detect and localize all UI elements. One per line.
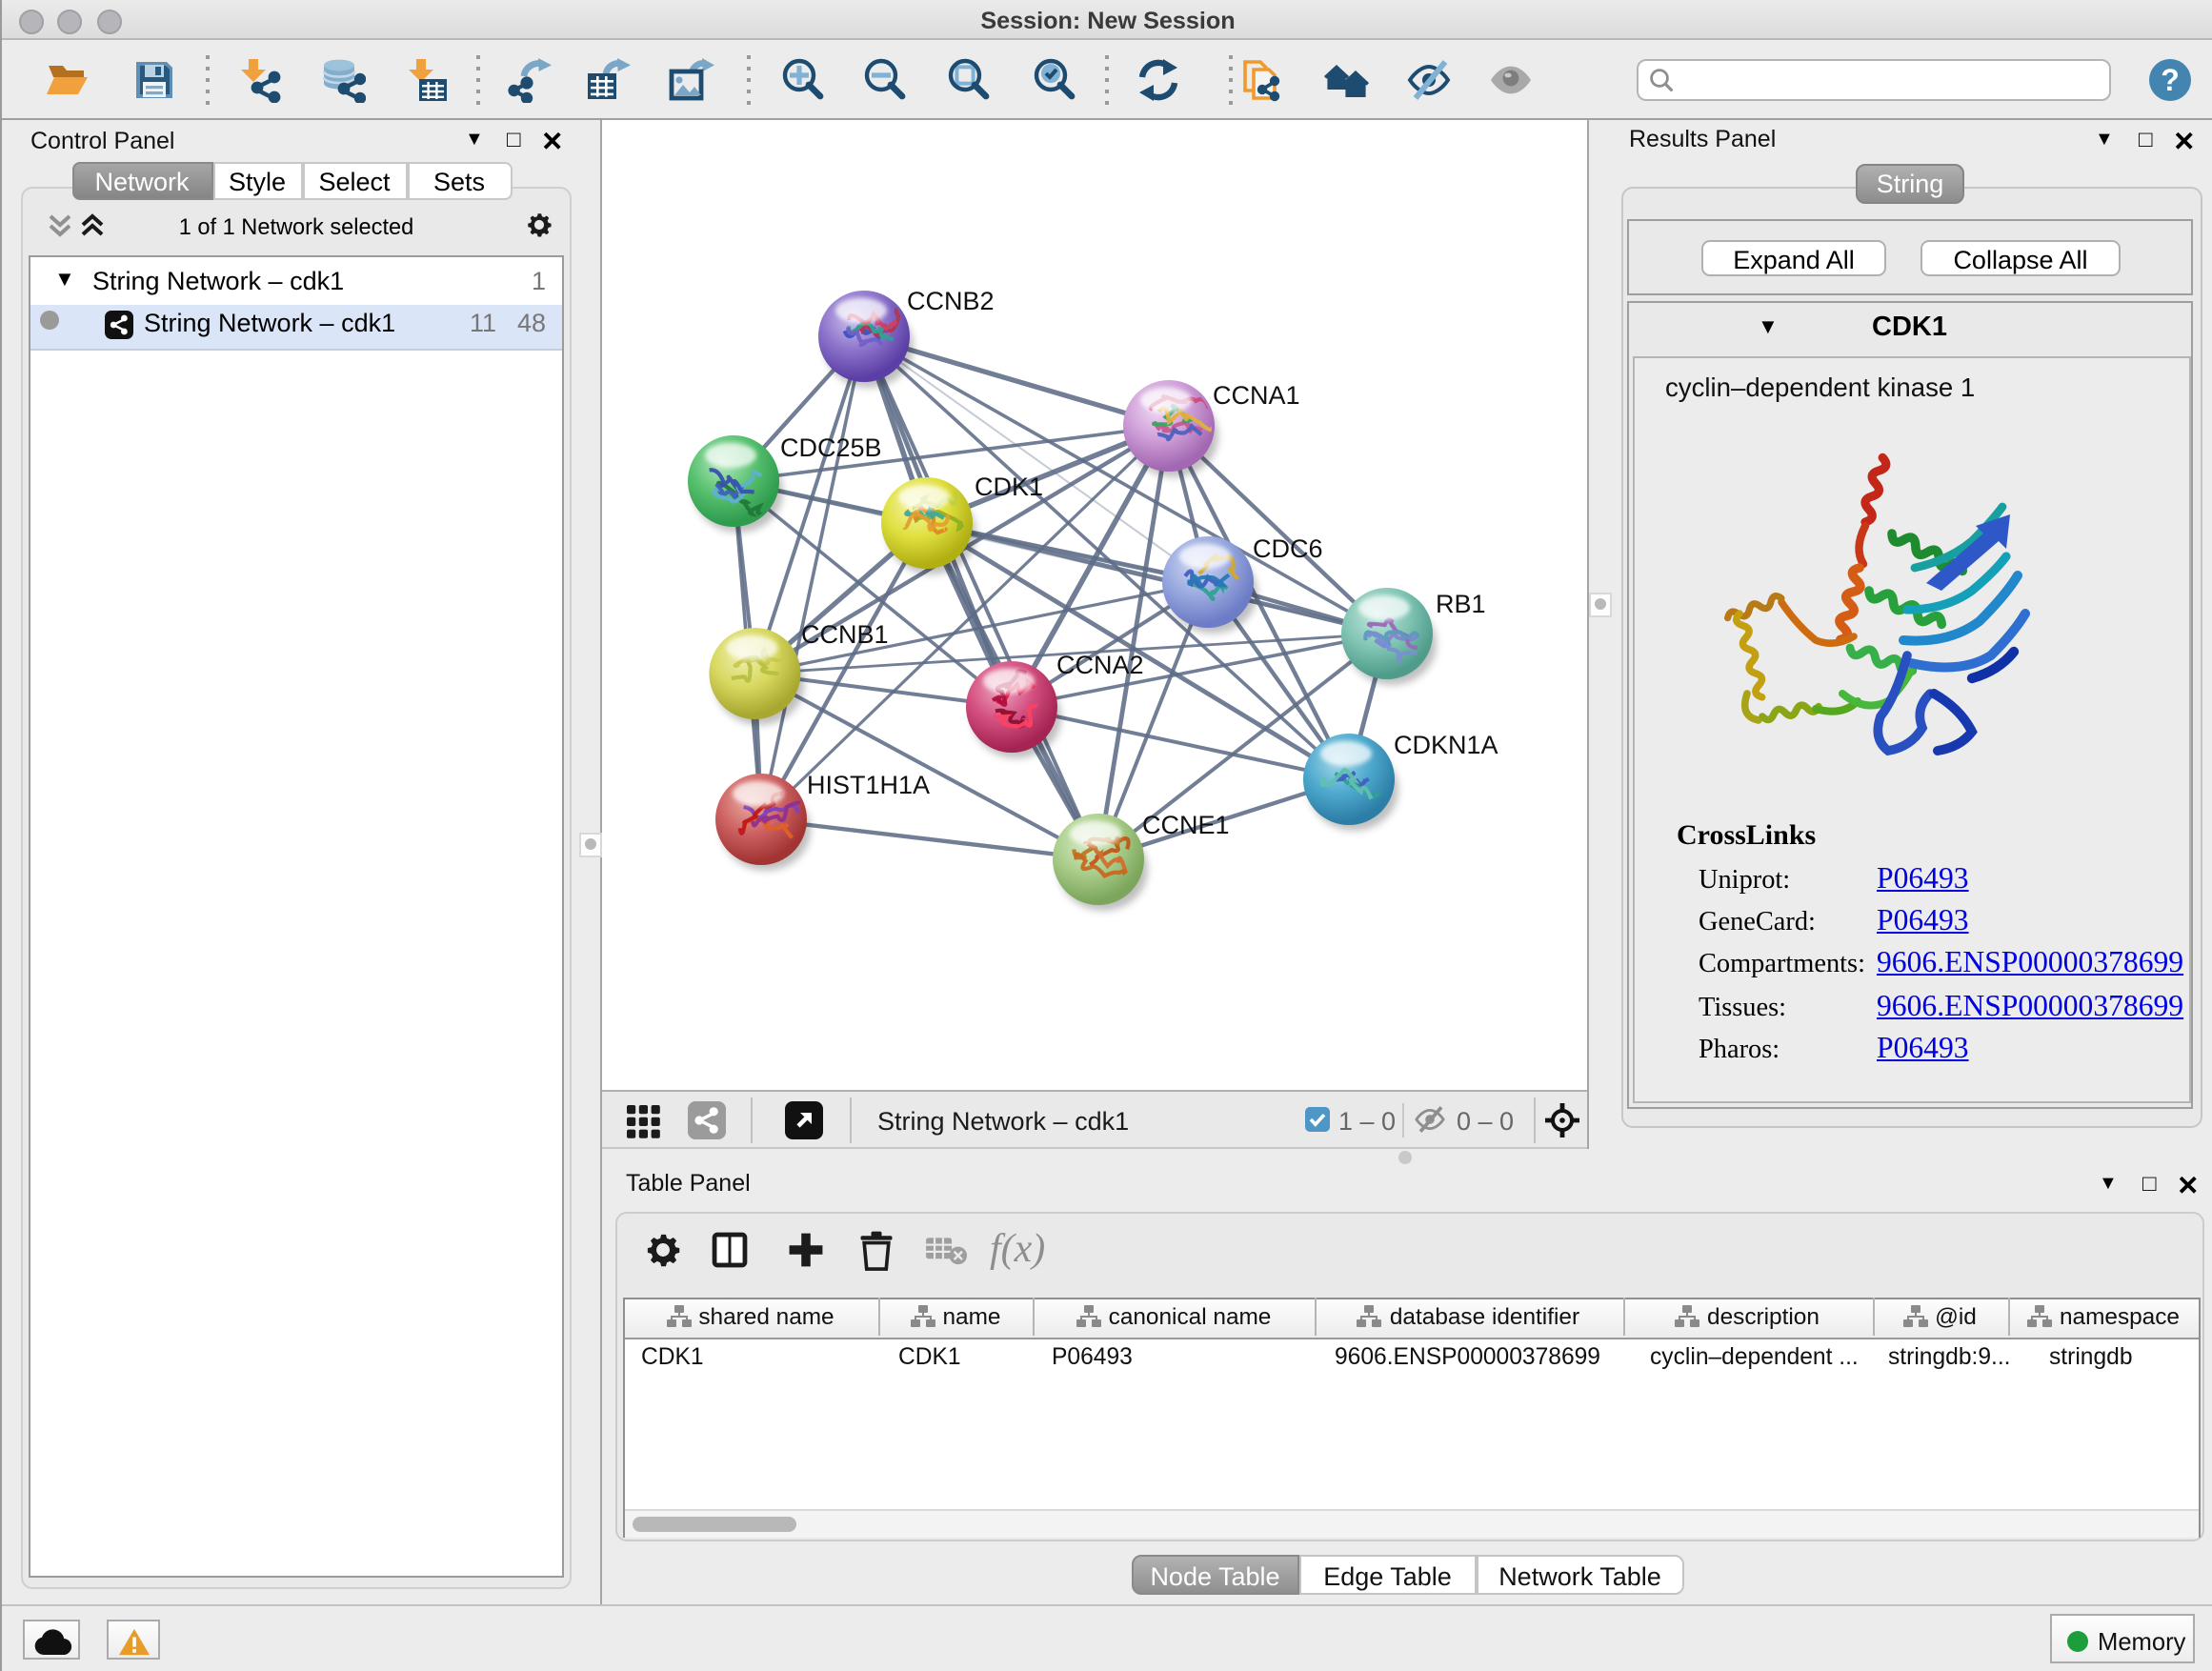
svg-text:CCNA2: CCNA2 — [1056, 650, 1143, 678]
svg-text:CCNB1: CCNB1 — [800, 619, 888, 648]
svg-text:HIST1H1A: HIST1H1A — [806, 770, 929, 798]
svg-text:CDC25B: CDC25B — [779, 433, 881, 461]
svg-text:CDC6: CDC6 — [1252, 534, 1322, 562]
svg-text:CDK1: CDK1 — [974, 472, 1042, 500]
svg-text:CCNA1: CCNA1 — [1212, 380, 1299, 409]
svg-text:CCNE1: CCNE1 — [1141, 810, 1229, 838]
svg-text:CDKN1A: CDKN1A — [1393, 730, 1498, 758]
svg-text:CCNB2: CCNB2 — [906, 286, 994, 314]
svg-text:?: ? — [2161, 63, 2180, 97]
svg-text:RB1: RB1 — [1435, 589, 1485, 617]
